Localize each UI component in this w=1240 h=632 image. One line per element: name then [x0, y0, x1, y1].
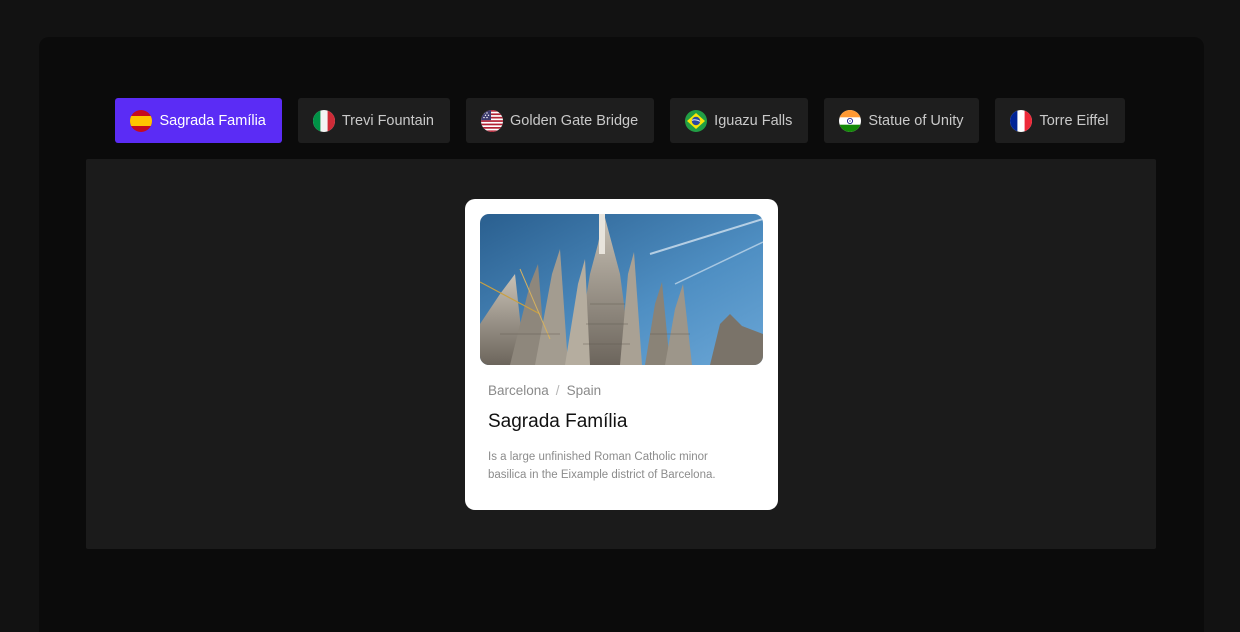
tab-iguazu-falls[interactable]: Iguazu Falls [670, 98, 809, 143]
tab-torre-eiffel[interactable]: Torre Eiffel [995, 98, 1125, 143]
tab-label: Sagrada Família [159, 112, 266, 129]
tab-sagrada-familia[interactable]: Sagrada Família [115, 98, 282, 143]
sagrada-familia-photo [480, 214, 763, 365]
landmark-tabs: Sagrada Família Trevi Fountain Golden Ga… [0, 98, 1240, 143]
france-flag-icon [1010, 109, 1033, 132]
spain-flag-icon [130, 109, 153, 132]
india-flag-icon [839, 109, 862, 132]
card-title: Sagrada Família [488, 411, 628, 432]
breadcrumb-city: Barcelona [488, 383, 549, 398]
tab-golden-gate-bridge[interactable]: Golden Gate Bridge [466, 98, 655, 143]
brazil-flag-icon [685, 109, 708, 132]
breadcrumb: Barcelona / Spain [488, 383, 763, 398]
breadcrumb-country: Spain [566, 383, 602, 398]
breadcrumb-separator: / [555, 383, 560, 398]
tab-label: Statue of Unity [868, 112, 964, 129]
tab-label: Iguazu Falls [714, 112, 793, 129]
tab-statue-of-unity[interactable]: Statue of Unity [824, 98, 980, 143]
card-description: Is a large unfinished Roman Catholic min… [488, 451, 716, 481]
tab-trevi-fountain[interactable]: Trevi Fountain [297, 98, 450, 143]
landmark-card: Barcelona / Spain Sagrada Família Is a l… [465, 199, 778, 510]
usa-flag-icon [481, 109, 503, 132]
italy-flag-icon [312, 109, 335, 132]
tab-label: Golden Gate Bridge [510, 112, 639, 129]
tab-label: Trevi Fountain [341, 112, 434, 129]
tab-label: Torre Eiffel [1039, 112, 1109, 129]
